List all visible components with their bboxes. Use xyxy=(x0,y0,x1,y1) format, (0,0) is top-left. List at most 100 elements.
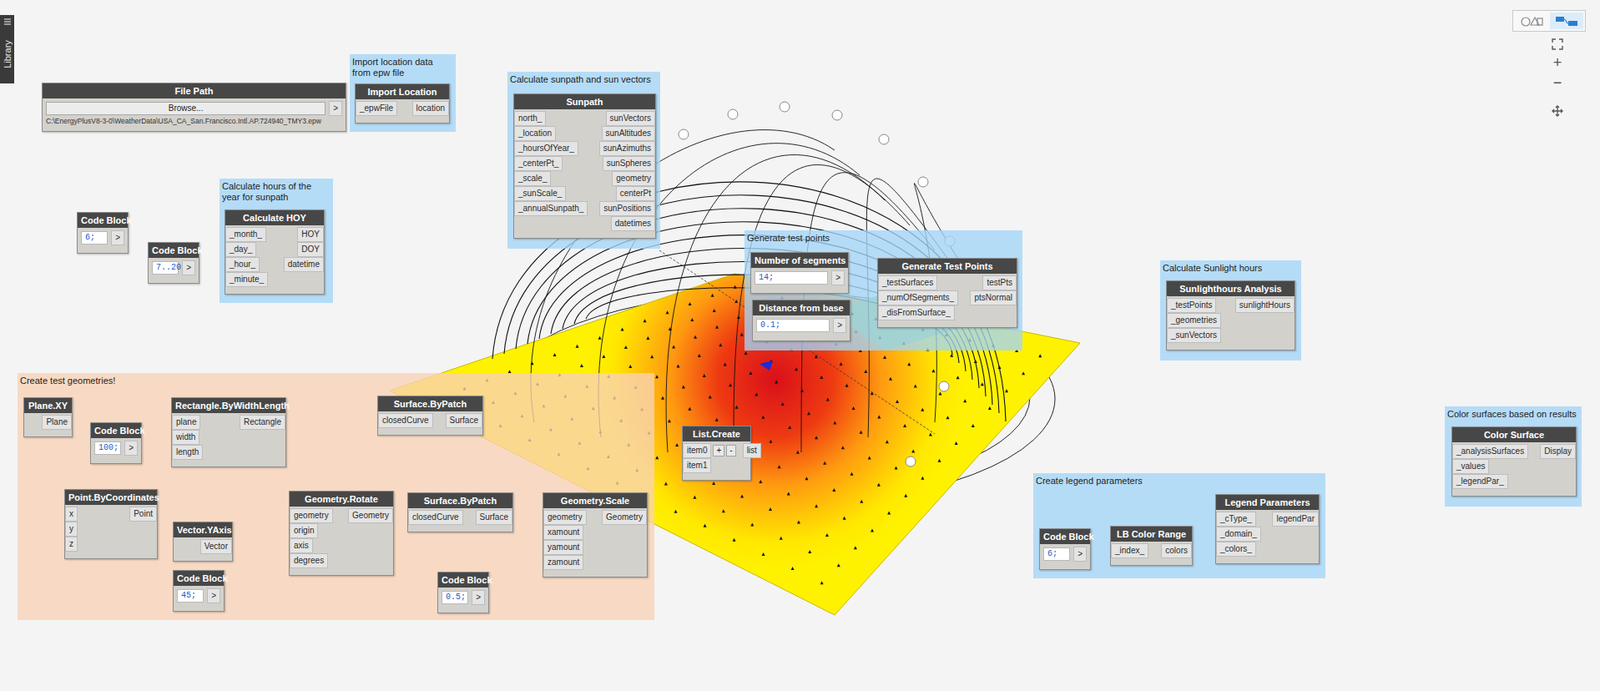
code-block-node[interactable]: Distance from base0.1;> xyxy=(752,299,851,342)
node-title[interactable]: Code Block xyxy=(1039,529,1091,545)
input-port[interactable]: _centerPt_ xyxy=(514,156,563,172)
node-title[interactable]: Surface.ByPatch xyxy=(378,396,483,412)
output-port[interactable]: location xyxy=(412,100,450,117)
output-port[interactable]: Geometry xyxy=(348,508,394,524)
input-port[interactable]: item1 xyxy=(682,458,712,474)
code-block-node[interactable]: Code Block 7..20;> xyxy=(147,242,200,284)
graph-canvas[interactable]: Import location data from epw fileCalcul… xyxy=(0,0,1600,691)
input-port[interactable]: length xyxy=(171,444,203,460)
output-port[interactable]: datetime xyxy=(283,257,324,273)
library-label[interactable]: Library xyxy=(0,40,15,69)
input-port[interactable]: yamount xyxy=(543,540,584,556)
node[interactable]: Vector.YAxisVector xyxy=(172,521,233,562)
output-port[interactable]: Geometry xyxy=(601,509,647,525)
input-port[interactable]: _geometries xyxy=(1166,312,1222,329)
node[interactable]: Surface.ByPatchclosedCurve Surface xyxy=(377,395,484,436)
input-port[interactable]: _disFromSurface_ xyxy=(878,305,955,321)
code-editor[interactable]: 7..20; xyxy=(151,261,179,275)
node[interactable]: List.Createitem0+-item1list xyxy=(681,425,752,481)
node-title[interactable]: Number of segments xyxy=(751,252,848,268)
output-port[interactable]: datetimes xyxy=(610,216,656,232)
node[interactable]: Generate Test Points_testSurfaces_numOfS… xyxy=(877,257,1018,329)
zoom-in-button[interactable]: + xyxy=(1549,55,1566,71)
input-port[interactable]: degrees xyxy=(289,553,329,569)
input-port[interactable]: _month_ xyxy=(225,227,267,243)
node-title[interactable]: Geometry.Scale xyxy=(543,493,647,509)
output-port[interactable]: DOY xyxy=(297,242,324,258)
output-port[interactable]: centerPt xyxy=(615,186,656,202)
view-toggle[interactable] xyxy=(1512,10,1586,32)
node[interactable]: Legend Parameters_cType__domain__colors_… xyxy=(1215,494,1320,565)
input-port[interactable]: _hoursOfYear_ xyxy=(514,141,579,157)
code-editor[interactable]: 45; xyxy=(176,589,204,603)
input-port[interactable]: _sunVectors xyxy=(1166,328,1222,344)
output-port[interactable]: geometry xyxy=(611,171,656,187)
output-port[interactable]: Vector xyxy=(200,539,233,555)
input-port[interactable]: geometry xyxy=(289,508,334,524)
zoom-fit-icon[interactable] xyxy=(1551,38,1564,51)
node-title[interactable]: Import Location xyxy=(355,84,450,100)
input-port[interactable]: item0 xyxy=(682,443,712,459)
output-port[interactable]: > xyxy=(181,260,196,276)
output-port[interactable]: sunPositions xyxy=(599,201,656,217)
output-port[interactable]: Surface xyxy=(475,509,513,525)
input-port[interactable]: geometry xyxy=(543,509,587,525)
node[interactable]: Geometry.Rotategeometryoriginaxisdegrees… xyxy=(288,490,394,576)
output-port[interactable]: Display xyxy=(1539,444,1576,460)
node[interactable]: Rectangle.ByWidthLengthplanewidthlengthR… xyxy=(171,397,287,468)
output-port[interactable]: > xyxy=(832,317,847,334)
input-port[interactable]: axis xyxy=(289,538,313,554)
node-title[interactable]: LB Color Range xyxy=(1110,526,1192,542)
output-port[interactable]: list xyxy=(742,443,762,459)
node-title[interactable]: Distance from base xyxy=(752,300,850,316)
code-block-node[interactable]: Number of segments14;> xyxy=(750,252,849,294)
node-title[interactable]: Code Block xyxy=(148,242,199,258)
input-port[interactable]: _legendPar_ xyxy=(1452,474,1509,490)
code-block-node[interactable]: Code Block0.5;> xyxy=(437,571,490,614)
node[interactable]: LB Color Range_index_colors xyxy=(1110,525,1193,566)
input-port[interactable]: width xyxy=(171,429,200,445)
input-port[interactable]: zamount xyxy=(543,555,584,571)
node[interactable]: Sunlighthours Analysis_testPoints_geomet… xyxy=(1165,280,1296,351)
code-editor[interactable]: 0.5; xyxy=(441,590,469,605)
output-port[interactable]: > xyxy=(206,588,221,604)
code-editor[interactable]: 6; xyxy=(80,231,108,245)
node-title[interactable]: Vector.YAxis xyxy=(173,522,233,538)
input-port[interactable]: _location xyxy=(514,126,556,142)
node[interactable]: Sunpathnorth__location_hoursOfYear__cent… xyxy=(513,93,657,239)
code-block-node[interactable]: Code Block6;> xyxy=(1039,528,1091,571)
output-port[interactable]: > xyxy=(124,440,138,456)
input-port[interactable]: _domain_ xyxy=(1216,526,1262,542)
input-port[interactable]: _scale_ xyxy=(514,171,551,187)
node-title[interactable]: Generate Test Points xyxy=(878,258,1017,274)
zoom-out-button[interactable]: − xyxy=(1549,75,1566,91)
code-block-node[interactable]: Code Block100;> xyxy=(90,422,142,465)
output-port[interactable]: Surface xyxy=(445,413,483,429)
input-port[interactable]: _epwFile xyxy=(355,100,398,117)
node-title[interactable]: Color Surface xyxy=(1452,427,1576,443)
output-port[interactable]: > xyxy=(831,270,845,286)
node-title[interactable]: Sunlighthours Analysis xyxy=(1166,281,1295,297)
output-port[interactable]: colors xyxy=(1160,543,1192,559)
output-port[interactable]: > xyxy=(471,590,485,606)
node-title[interactable]: Surface.ByPatch xyxy=(408,493,513,509)
node-title[interactable]: File Path xyxy=(42,83,346,99)
node[interactable]: Surface.ByPatchclosedCurve Surface xyxy=(407,492,514,533)
node-title[interactable]: Plane.XY xyxy=(24,398,72,414)
library-tab[interactable]: Library xyxy=(0,15,15,84)
input-port[interactable]: _values xyxy=(1452,459,1489,475)
input-port[interactable]: _analysisSurfaces xyxy=(1452,444,1529,460)
node[interactable]: Calculate HOY_month__day__hour__minute_H… xyxy=(224,209,325,295)
input-port[interactable]: closedCurve xyxy=(408,509,464,525)
node-title[interactable]: Code Block xyxy=(90,423,142,439)
node-title[interactable]: Calculate HOY xyxy=(225,210,324,226)
output-port[interactable]: legendPar xyxy=(1271,511,1319,527)
output-port[interactable]: HOY xyxy=(297,227,324,243)
input-port[interactable]: _hour_ xyxy=(225,257,260,273)
code-editor[interactable]: 6; xyxy=(1043,547,1071,561)
output-port[interactable]: sunVectors xyxy=(605,111,656,127)
input-port[interactable]: _day_ xyxy=(225,242,257,258)
pan-icon[interactable] xyxy=(1551,105,1564,117)
input-port[interactable]: origin xyxy=(289,523,318,539)
input-port[interactable]: closedCurve xyxy=(378,413,434,429)
